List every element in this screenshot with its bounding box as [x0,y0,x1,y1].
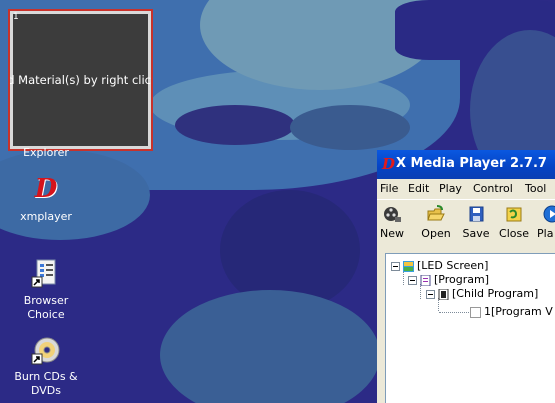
browser-choice-icon [31,259,56,288]
open-button[interactable]: Open [419,202,453,240]
tree-label-program-window: 1[Program V [484,305,553,318]
menu-tool[interactable]: Tool [525,182,546,195]
tree-line [439,312,469,313]
desktop-icon-burn-cds[interactable]: Burn CDs & DVDs [6,336,86,398]
child-program-icon [438,288,449,300]
tree-label-child-program: [Child Program] [452,287,539,300]
collapse-icon[interactable] [391,261,400,271]
desktop-icon-browser-choice[interactable]: Browser Choice [6,258,86,322]
toolbar: New Open Save Close Pla [377,199,555,252]
new-button[interactable]: New [377,202,407,240]
tree-node-program[interactable]: [Program] [408,273,489,287]
program-tree: [LED Screen] [Program] [Child Program] 1… [385,253,555,403]
save-button[interactable]: Save [461,202,491,240]
close-folder-icon [506,207,522,222]
close-label: Close [499,227,529,240]
tree-node-child-program[interactable]: [Child Program] [426,287,538,301]
desktop: 1 d Material(s) by right clic Explorer D… [0,0,555,403]
close-button[interactable]: Close [497,202,531,240]
program-window-icon [470,306,481,318]
open-label: Open [421,227,451,240]
collapse-icon[interactable] [426,289,435,299]
app-window: D X Media Player 2.7.7 File Edit Play Co… [377,150,555,403]
xmplayer-label: xmplayer [20,210,72,223]
tree-label-program: [Program] [434,273,489,286]
explorer-label: Explorer [23,146,69,159]
play-button[interactable]: Pla [537,202,555,240]
tree-label-led-screen: [LED Screen] [417,259,489,272]
preview-panel[interactable]: 1 d Material(s) by right clic [8,9,153,151]
desktop-icon-explorer[interactable]: Explorer [6,146,86,160]
led-screen-icon [403,260,414,272]
tree-node-program-window[interactable]: 1[Program V [470,305,553,319]
preview-message: d Material(s) by right clic [10,73,151,87]
title-bar[interactable]: D X Media Player 2.7.7 [377,150,555,179]
menu-play[interactable]: Play [439,182,462,195]
wallpaper-shape [160,290,380,403]
app-logo-icon: D [382,155,396,173]
burn-cd-icon [31,337,60,365]
preview-number: 1 [13,12,19,22]
save-disk-icon [469,206,484,222]
menu-edit[interactable]: Edit [408,182,429,195]
tree-node-led-screen[interactable]: [LED Screen] [391,259,488,273]
save-label: Save [462,227,490,240]
play-label: Pla [537,227,554,240]
new-label: New [380,227,404,240]
menu-control[interactable]: Control [473,182,513,195]
burn-cds-label: Burn CDs & DVDs [14,370,78,397]
open-folder-icon [427,205,445,221]
collapse-icon[interactable] [408,275,417,285]
xmplayer-icon: D [34,174,58,204]
desktop-icon-xmplayer[interactable]: D xmplayer [6,176,86,224]
wallpaper-shape [175,105,295,145]
play-icon [543,205,555,223]
film-reel-icon [384,207,401,222]
menu-bar: File Edit Play Control Tool [377,179,555,199]
program-icon [420,274,431,286]
menu-file[interactable]: File [380,182,398,195]
window-title: X Media Player 2.7.7 [396,156,547,171]
wallpaper-shape [290,105,410,150]
browser-choice-label: Browser Choice [23,294,69,321]
